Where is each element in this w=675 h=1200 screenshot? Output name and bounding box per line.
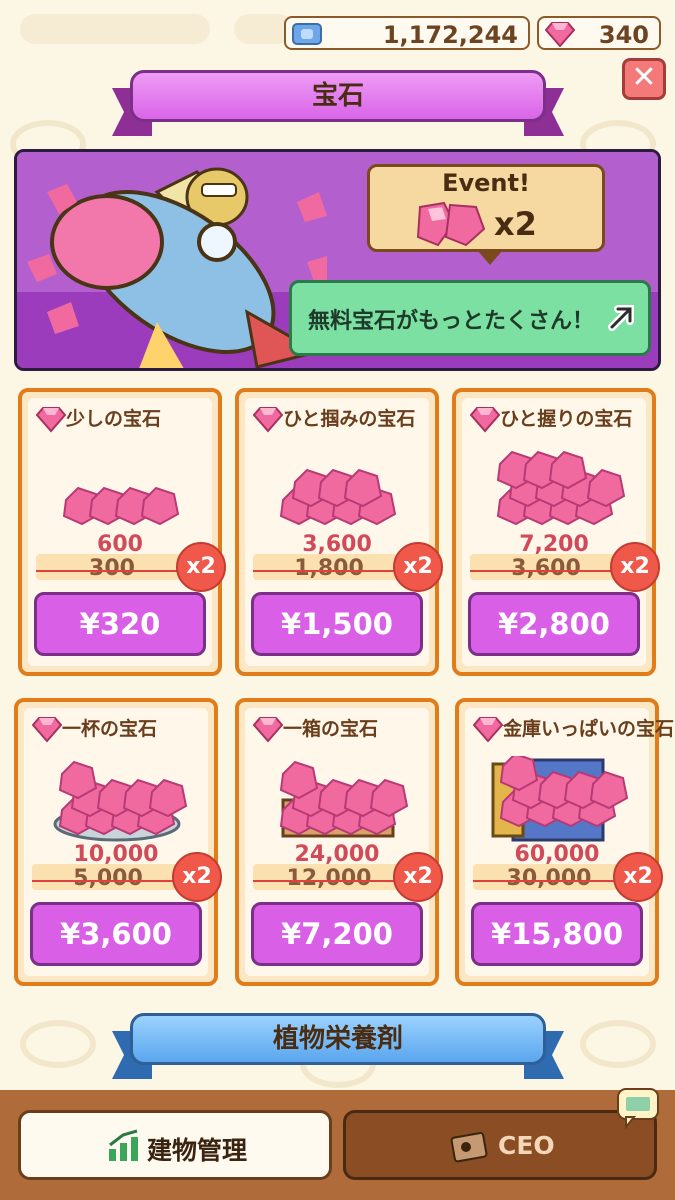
gem-offer-card-6[interactable]: 金庫いっぱいの宝石 60,000 30,000 x2 ¥15,800 xyxy=(455,698,674,986)
price-button[interactable]: ¥1,500 xyxy=(251,592,423,656)
ceo-tab-label: CEO xyxy=(498,1131,555,1160)
gem-offer-card-1[interactable]: 少しの宝石 600 300 x2 ¥320 xyxy=(18,388,226,676)
strikethrough-line xyxy=(36,570,198,572)
strikethrough-line xyxy=(473,880,635,882)
event-banner[interactable]: Event! x2 無料宝石がもっとたくさん！ xyxy=(14,149,661,371)
gem-offer-card-3[interactable]: ひと握りの宝石 7,200 3,600 x2 ¥2,800 xyxy=(452,388,660,676)
offer-title: ひと握りの宝石 xyxy=(500,408,633,430)
gem-icon xyxy=(253,717,283,743)
offer-title: ひと掴みの宝石 xyxy=(283,408,416,430)
multiplier-badge: x2 xyxy=(613,852,663,902)
multiplier-badge: x2 xyxy=(393,852,443,902)
badge-pointer xyxy=(478,251,502,265)
currency-bar: 1,172,244 340 xyxy=(0,0,675,58)
close-button[interactable]: ✕ xyxy=(622,58,666,100)
gem-icon xyxy=(473,717,503,743)
building-tab-label: 建物管理 xyxy=(147,1136,248,1165)
building-tab[interactable]: 建物管理 xyxy=(18,1110,332,1180)
price-button[interactable]: ¥3,600 xyxy=(30,902,202,966)
price-button[interactable]: ¥2,800 xyxy=(468,592,640,656)
offer-title: 一箱の宝石 xyxy=(283,718,379,740)
strikethrough-line xyxy=(32,880,194,882)
multiplier-badge: x2 xyxy=(172,852,222,902)
close-icon: ✕ xyxy=(631,60,657,95)
offer-title: 少しの宝石 xyxy=(66,408,162,430)
offer-title: 金庫いっぱいの宝石 xyxy=(503,718,675,740)
offer-old-amount: 300 xyxy=(89,556,135,581)
strikethrough-line xyxy=(253,570,415,572)
event-label: Event! xyxy=(442,169,530,197)
multiplier-badge: x2 xyxy=(176,542,226,592)
gem-offer-card-4[interactable]: 一杯の宝石 10,000 5,000 x2 ¥3,600 xyxy=(14,698,222,986)
gem-pile-illustration xyxy=(53,760,188,842)
gem-counter: 340 xyxy=(537,16,661,50)
external-arrow-icon xyxy=(608,305,634,331)
gem-icon xyxy=(470,407,500,433)
previous-panel-edge xyxy=(20,14,210,44)
gem-pile-icon xyxy=(416,201,486,247)
strikethrough-line xyxy=(253,880,415,882)
price-button[interactable]: ¥320 xyxy=(34,592,206,656)
offer-old-amount: 1,800 xyxy=(294,556,364,581)
multiplier-badge: x2 xyxy=(610,542,660,592)
gem-pile-illustration xyxy=(496,450,626,526)
free-gems-link-label: 無料宝石がもっとたくさん！ xyxy=(308,309,595,334)
cash-icon xyxy=(292,23,322,45)
gem-offer-card-2[interactable]: ひと掴みの宝石 3,600 1,800 x2 ¥1,500 xyxy=(235,388,443,676)
section-title: 植物栄養剤 xyxy=(130,1013,546,1065)
gem-pile-illustration xyxy=(62,486,180,526)
gem-pile-illustration xyxy=(491,756,629,842)
multiplier-badge: x2 xyxy=(393,542,443,592)
offer-old-amount: 5,000 xyxy=(73,866,143,891)
offer-old-amount: 12,000 xyxy=(286,866,372,891)
section-ribbon: 植物栄養剤 xyxy=(112,1013,564,1083)
price-button[interactable]: ¥7,200 xyxy=(251,902,423,966)
page-title: 宝石 xyxy=(130,70,546,122)
gem-icon xyxy=(36,407,66,433)
growth-chart-icon xyxy=(109,1129,138,1161)
id-card-icon xyxy=(450,1132,488,1163)
money-value: 1,172,244 xyxy=(382,21,518,49)
gem-pile-illustration xyxy=(279,468,397,526)
money-counter: 1,172,244 xyxy=(284,16,530,50)
rocket-cat-illustration xyxy=(27,167,327,368)
gem-icon xyxy=(32,717,62,743)
free-gems-link[interactable]: 無料宝石がもっとたくさん！ xyxy=(289,280,651,356)
ceo-tab[interactable]: CEO xyxy=(343,1088,659,1180)
gems-value: 340 xyxy=(598,21,649,49)
price-button[interactable]: ¥15,800 xyxy=(471,902,643,966)
event-badge: Event! x2 xyxy=(367,164,605,265)
bottom-nav: 建物管理 CEO xyxy=(0,1088,675,1200)
event-multiplier: x2 xyxy=(494,205,537,243)
offer-old-amount: 3,600 xyxy=(511,556,581,581)
page-title-ribbon: 宝石 xyxy=(112,70,564,140)
offer-old-amount: 30,000 xyxy=(506,866,592,891)
offer-title: 一杯の宝石 xyxy=(62,718,158,740)
strikethrough-line xyxy=(470,570,632,572)
gem-offer-card-5[interactable]: 一箱の宝石 24,000 12,000 x2 ¥7,200 xyxy=(235,698,443,986)
notification-bubble-icon xyxy=(617,1088,659,1129)
gem-icon xyxy=(253,407,283,433)
gem-icon xyxy=(545,22,575,47)
gem-pile-illustration xyxy=(279,760,409,838)
